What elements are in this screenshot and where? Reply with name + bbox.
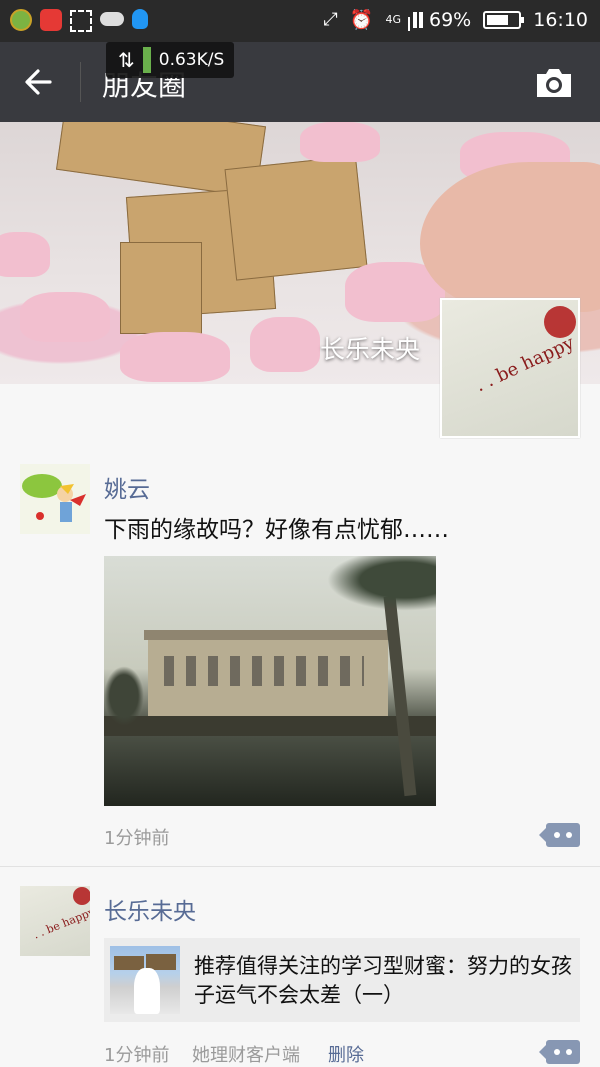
post-source[interactable]: 她理财客户端 [192, 1041, 300, 1067]
building-roof [144, 630, 394, 640]
battery-percent: 69% [429, 8, 472, 31]
post-time: 1分钟前 [104, 828, 170, 849]
little-prince-avatar [22, 474, 86, 522]
clock: 16:10 [533, 8, 588, 31]
status-bar: ⤢ ⏰ 4G 69% 16:10 [0, 0, 600, 42]
post-text: 下雨的缘故吗？好像有点忧郁…… [104, 517, 449, 543]
post-photo[interactable] [104, 556, 436, 806]
pier [104, 716, 436, 736]
comment-dot [566, 1049, 572, 1055]
battery-fill [487, 14, 509, 25]
network-speed-toast: ⇅ 0.63K/S [106, 42, 235, 78]
comment-dot [566, 832, 572, 838]
camera-button[interactable] [534, 66, 574, 100]
shared-link-thumbnail [110, 946, 180, 1014]
water [104, 736, 436, 806]
speed-bar [142, 47, 151, 73]
shared-link-title: 推荐值得关注的学习型财蜜：努力的女孩子运气不会太差（一） [194, 954, 572, 1007]
thumb-roof [114, 956, 144, 970]
tree-left [104, 666, 144, 726]
cover-avatar[interactable]: . . be happy [440, 298, 580, 438]
box-figure-leg [120, 242, 202, 334]
weather-icon [100, 12, 124, 26]
network-speed: 0.63K/S [158, 50, 225, 70]
cover-owner-name: 长乐未央 [319, 335, 420, 364]
transfer-arrows-icon: ⇅ [118, 48, 135, 72]
palm-leaves [314, 556, 436, 616]
post-author[interactable]: 长乐未央 [104, 892, 196, 926]
avatar[interactable]: . . be happy [20, 886, 97, 956]
comment-dot [554, 1049, 560, 1055]
be-happy-avatar: . . be happy [31, 887, 97, 942]
app-icon-green [10, 9, 32, 31]
be-happy-avatar: . . be happy [472, 306, 578, 396]
camera-icon [537, 69, 571, 97]
title-divider [80, 62, 81, 102]
post-divider [0, 866, 600, 867]
svg-text:. . be happy: . . be happy [472, 332, 578, 396]
signal-icon [413, 11, 417, 28]
candy [300, 122, 380, 162]
thumb-figure [134, 968, 160, 1014]
candy [120, 332, 230, 382]
comment-button[interactable] [539, 823, 580, 847]
arrow-left-icon [25, 69, 52, 95]
post-time: 1分钟前 [104, 1045, 170, 1066]
notification-icons [10, 9, 148, 32]
qq-icon [132, 9, 148, 29]
back-button[interactable] [20, 62, 64, 102]
battery-icon [483, 10, 525, 29]
app-icon-red [40, 9, 62, 31]
post-author[interactable]: 姚云 [104, 470, 150, 504]
hand [420, 162, 600, 312]
shared-link-card[interactable]: 推荐值得关注的学习型财蜜：努力的女孩子运气不会太差（一） [104, 938, 580, 1022]
avatar[interactable] [20, 464, 90, 534]
candy [250, 317, 320, 372]
title-bar: 朋友圈 [0, 42, 600, 122]
building-windows [164, 656, 364, 686]
box-figure-arm [224, 155, 368, 281]
comment-dot [554, 832, 560, 838]
rotate-icon: ⤢ [323, 9, 338, 30]
comment-button[interactable] [539, 1040, 580, 1064]
candy [20, 292, 110, 342]
candy [0, 232, 50, 277]
delete-button[interactable]: 删除 [328, 1041, 364, 1067]
network-type: 4G [385, 13, 401, 26]
svg-text:. . be happy: . . be happy [31, 905, 90, 942]
alarm-icon: ⏰ [349, 9, 374, 31]
screenshot-icon [70, 10, 92, 32]
